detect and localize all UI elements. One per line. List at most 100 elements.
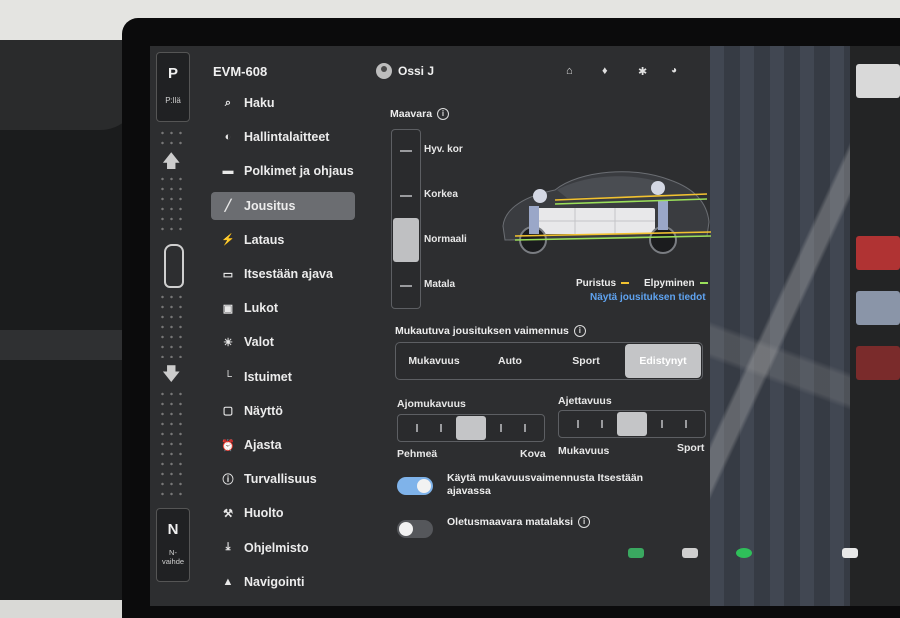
ride-comfort-title: Ajomukavuus xyxy=(397,398,466,410)
ride-height-option[interactable]: Hyv. kor xyxy=(424,144,463,155)
dashboard-top xyxy=(0,40,140,130)
sidebar-item[interactable]: └ Istuimet xyxy=(211,363,355,391)
gear-park[interactable]: P P:llä xyxy=(156,52,190,122)
wrench-icon: ⚒ xyxy=(223,507,233,520)
bell-icon[interactable]: ♦ xyxy=(602,65,608,77)
toggle-knob xyxy=(417,479,431,493)
sidebar-item[interactable]: ⚡ Lataus xyxy=(211,226,355,254)
gear-neutral[interactable]: N N-vaihde xyxy=(156,508,190,582)
sidebar-item-label: Näyttö xyxy=(244,403,283,418)
slider-tick xyxy=(524,424,526,432)
ride-comfort-max-label: Kova xyxy=(520,448,546,460)
sidebar-item[interactable]: ⤓ Ohjelmisto xyxy=(211,534,355,562)
bolt-icon: ⚡ xyxy=(221,234,235,247)
info-icon[interactable]: i xyxy=(578,516,591,529)
comfort-damping-autopilot-label: Käytä mukavuusvaimennusta Itsestään ajav… xyxy=(447,472,644,497)
sidebar-item-label: Ohjelmisto xyxy=(244,540,309,555)
ride-height-title-text: Maavara xyxy=(390,108,433,120)
damping-option-sport[interactable]: Sport xyxy=(548,343,624,379)
dashboard-vent xyxy=(0,330,130,360)
sidebar-item-label: Valot xyxy=(244,335,274,350)
app-icon[interactable] xyxy=(628,548,644,558)
map-tile xyxy=(856,291,900,325)
ride-comfort-min-label: Pehmeä xyxy=(397,448,438,460)
info-icon[interactable]: i xyxy=(573,325,586,338)
ride-comfort-slider[interactable] xyxy=(397,414,545,442)
default-low-height-text: Oletusmaavara matalaksi xyxy=(447,516,574,528)
sidebar-item[interactable]: ☀ Valot xyxy=(211,328,355,356)
seat-icon: └ xyxy=(224,370,232,383)
sidebar-item[interactable]: ⏰ Ajasta xyxy=(211,431,355,459)
user-avatar-icon xyxy=(376,63,392,79)
sidebar-item-label: Turvallisuus xyxy=(244,472,317,487)
sidebar-item[interactable]: ◐ Hallintalaitteet xyxy=(211,123,355,151)
app-icon[interactable] xyxy=(842,548,858,558)
ride-height-option[interactable]: Korkea xyxy=(424,189,458,200)
vehicle-name: EVM-608 xyxy=(213,64,268,79)
user-name: Ossi J xyxy=(398,64,435,78)
slider-tick xyxy=(500,424,502,432)
gear-dots xyxy=(158,128,186,148)
info-icon[interactable]: i xyxy=(437,108,450,121)
handling-slider[interactable] xyxy=(558,410,706,438)
sidebar-item[interactable]: ▣ Lukot xyxy=(211,294,355,322)
ride-height-knob[interactable] xyxy=(393,218,419,262)
sidebar-item[interactable]: ▲ Navigointi xyxy=(211,568,355,596)
download-icon: ⤓ xyxy=(225,541,231,554)
sidebar-item[interactable]: ╱ Jousitus xyxy=(211,191,355,220)
handling-knob[interactable] xyxy=(617,412,647,436)
sidebar-item-label: Haku xyxy=(244,96,275,110)
arrow-down-icon[interactable]: 🡇 xyxy=(162,362,181,392)
handling-max-label: Sport xyxy=(677,442,705,454)
toggle-knob xyxy=(399,522,413,536)
slider-tick xyxy=(416,424,418,432)
suspension-details-link[interactable]: Näytä jousituksen tiedot xyxy=(590,292,706,303)
gear-dots xyxy=(158,292,186,358)
ride-height-option[interactable]: Normaali xyxy=(424,234,467,245)
bluetooth-icon[interactable]: ✱ xyxy=(638,65,647,78)
wifi-icon[interactable]: ◕ xyxy=(671,65,677,76)
legend-rebound-label: Elpyminen xyxy=(644,278,695,289)
handling-min-label: Mukavuus xyxy=(558,445,610,457)
damping-option-advanced[interactable]: Edistynyt xyxy=(625,344,701,378)
damping-mode-selector[interactable]: Mukavuus Auto Sport Edistynyt xyxy=(395,342,703,380)
ride-height-selector[interactable] xyxy=(391,129,421,309)
sidebar-item[interactable]: ⓘ Turvallisuus xyxy=(211,465,355,493)
sidebar-item[interactable]: ▭ Itsestään ajava xyxy=(211,260,355,288)
map-tile xyxy=(856,236,900,270)
sidebar-item-label: Navigointi xyxy=(244,574,305,589)
sidebar-item[interactable]: ⌕ Haku xyxy=(211,89,355,117)
comfort-damping-autopilot-toggle[interactable] xyxy=(397,477,433,495)
sidebar-item-label: Jousitus xyxy=(244,198,296,213)
gear-park-letter: P xyxy=(167,65,178,82)
damping-title-text: Mukautuva jousituksen vaimennus xyxy=(395,325,569,337)
gear-dots xyxy=(158,389,186,499)
sidebar-item[interactable]: ⚒ Huolto xyxy=(211,499,355,527)
height-tick xyxy=(400,195,412,197)
gear-neutral-letter: N xyxy=(167,521,179,538)
default-low-height-label: Oletusmaavara matalaksi i xyxy=(447,516,591,529)
damping-option-comfort[interactable]: Mukavuus xyxy=(396,343,472,379)
ride-height-option[interactable]: Matala xyxy=(424,279,455,290)
sidebar-item[interactable]: ▬ Polkimet ja ohjaus xyxy=(211,157,355,185)
default-low-height-toggle[interactable] xyxy=(397,520,433,538)
gear-dots xyxy=(158,174,186,236)
sidebar-item-label: Polkimet ja ohjaus xyxy=(244,164,354,179)
map-tile xyxy=(856,64,900,98)
damping-option-auto[interactable]: Auto xyxy=(472,343,548,379)
app-icon[interactable] xyxy=(682,548,698,558)
user-profile[interactable]: Ossi J xyxy=(376,63,434,79)
car-top-view-icon xyxy=(164,244,184,288)
map-tile xyxy=(856,346,900,380)
sidebar-item[interactable]: ▢ Näyttö xyxy=(211,397,355,425)
touchscreen: P P:llä 🡅 🡇 N N-vaihde EVM-608 ⌕ Haku ◐ Hal… xyxy=(150,46,900,606)
home-icon[interactable]: ⌂ xyxy=(566,65,573,77)
sidebar-item-label: Lukot xyxy=(244,301,279,316)
alarm-clock-icon: ⏰ xyxy=(221,439,235,452)
light-icon: ☀ xyxy=(223,336,233,349)
display-icon: ▢ xyxy=(222,405,234,418)
spotify-icon[interactable] xyxy=(736,548,752,558)
ride-comfort-knob[interactable] xyxy=(456,416,486,440)
settings-sidebar: EVM-608 ⌕ Haku ◐ Hallintalaitteet ▬ Polkimet … xyxy=(208,46,358,606)
handling-title: Ajettavuus xyxy=(558,395,612,407)
